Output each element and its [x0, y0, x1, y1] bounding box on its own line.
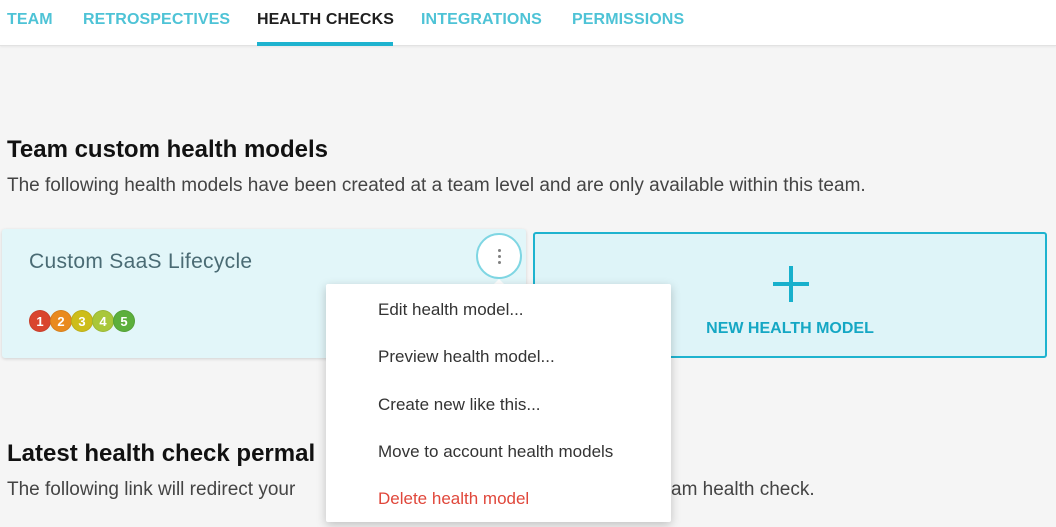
scale-dot-4: 4	[92, 310, 114, 332]
tab-health-checks[interactable]: HEALTH CHECKS	[257, 11, 394, 29]
plus-icon-bar	[773, 282, 809, 286]
menu-item-edit[interactable]: Edit health model...	[378, 300, 524, 320]
tab-team[interactable]: TEAM	[7, 11, 53, 29]
scale-dot-2: 2	[50, 310, 72, 332]
active-tab-indicator	[257, 42, 393, 46]
health-scale: 1 2 3 4 5	[29, 310, 135, 332]
scale-dot-3: 3	[71, 310, 93, 332]
tab-permissions[interactable]: PERMISSIONS	[572, 11, 684, 29]
menu-item-move-to-account[interactable]: Move to account health models	[378, 442, 613, 462]
card-menu-button[interactable]	[476, 233, 522, 279]
menu-item-delete[interactable]: Delete health model	[378, 489, 529, 509]
health-model-title: Custom SaaS Lifecycle	[29, 250, 253, 273]
menu-item-create-like[interactable]: Create new like this...	[378, 395, 541, 415]
scale-dot-5: 5	[113, 310, 135, 332]
section-heading-custom-models: Team custom health models	[7, 136, 328, 163]
section-description-permalink-left: The following link will redirect your	[7, 479, 296, 500]
health-model-context-menu: Edit health model... Preview health mode…	[326, 284, 671, 522]
tab-retrospectives[interactable]: RETROSPECTIVES	[83, 11, 230, 29]
kebab-menu-icon	[497, 248, 501, 264]
scale-dot-1: 1	[29, 310, 51, 332]
top-nav: TEAM RETROSPECTIVES HEALTH CHECKS INTEGR…	[0, 0, 1056, 46]
section-heading-permalink: Latest health check permal	[7, 440, 316, 467]
menu-item-preview[interactable]: Preview health model...	[378, 347, 555, 367]
section-description-custom-models: The following health models have been cr…	[7, 175, 866, 196]
tab-integrations[interactable]: INTEGRATIONS	[421, 11, 542, 29]
section-description-permalink-right: am health check.	[671, 479, 815, 500]
